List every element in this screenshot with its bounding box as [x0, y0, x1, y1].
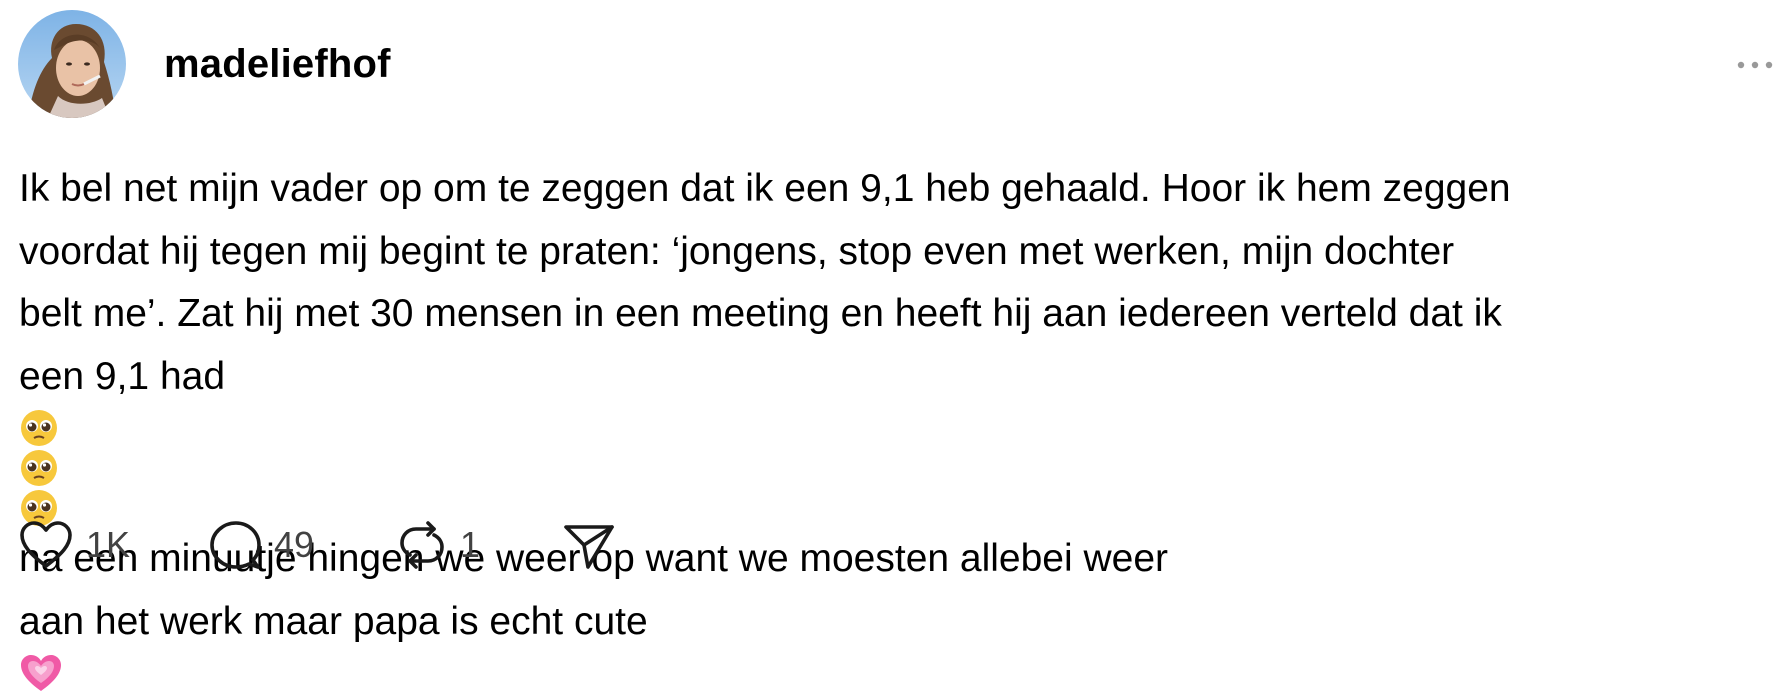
post-text-line-with-emoji: aan het werk maar papa is echt cute: [19, 591, 1781, 693]
like-count: 1K: [86, 525, 130, 565]
more-options-button[interactable]: [1735, 50, 1781, 80]
post-text-fragment: een 9,1 had: [19, 355, 225, 398]
avatar-photo: [18, 10, 126, 118]
post-actions-bar: 1K 49 1: [0, 515, 1786, 575]
post-text: Ik bel net mijn vader op om te zeggen da…: [19, 158, 1781, 693]
post-text-fragment: aan het werk maar papa is echt cute: [19, 600, 648, 643]
speech-bubble-icon: [208, 519, 262, 571]
repost-button[interactable]: 1: [396, 515, 480, 575]
repost-icon: [396, 519, 448, 571]
ellipsis-icon: [1735, 50, 1781, 80]
pleading-face-emoji: [19, 408, 1781, 448]
heart-icon: [18, 519, 74, 571]
post-text-line: Ik bel net mijn vader op om te zeggen da…: [19, 158, 1781, 221]
comment-button[interactable]: 49: [208, 515, 314, 575]
paper-plane-icon: [562, 519, 616, 571]
username[interactable]: madeliefhof: [164, 40, 391, 88]
growing-heart-emoji: [19, 653, 1781, 693]
post-text-line: voordat hij tegen mij begint te praten: …: [19, 221, 1781, 284]
pleading-face-emoji: [19, 448, 1781, 488]
post-text-line: belt me’. Zat hij met 30 mensen in een m…: [19, 283, 1781, 346]
repost-count: 1: [460, 525, 480, 565]
post-card: madeliefhof Ik bel net mijn vader op om …: [0, 0, 1786, 586]
avatar[interactable]: [18, 10, 126, 118]
comment-count: 49: [274, 525, 314, 565]
share-button[interactable]: [562, 515, 616, 575]
like-button[interactable]: 1K: [18, 515, 130, 575]
